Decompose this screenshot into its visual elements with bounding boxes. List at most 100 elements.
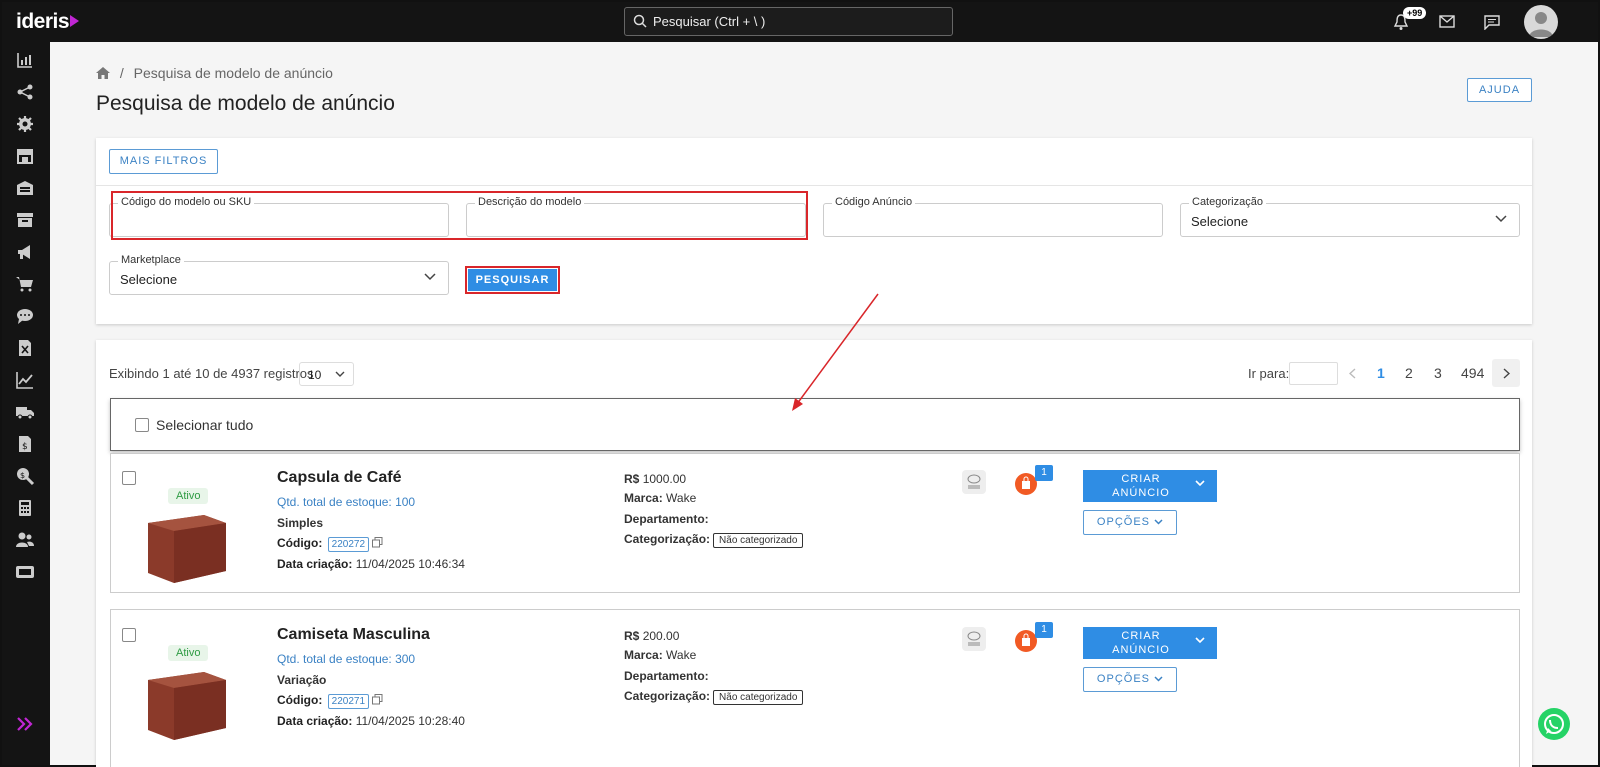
product-price: R$ 1000.00: [624, 472, 686, 486]
options-button[interactable]: OPÇÕES: [1083, 667, 1177, 692]
count-badge: 1: [1035, 465, 1053, 481]
categorization-badge: Não categorizado: [713, 533, 804, 548]
warehouse-icon[interactable]: [15, 178, 35, 198]
product-row: Ativo Capsula de Café Qtd. total de esto…: [110, 453, 1520, 593]
per-page-value: 10: [308, 368, 322, 382]
store-icon[interactable]: [15, 146, 35, 166]
product-title[interactable]: Capsula de Café: [277, 469, 401, 487]
delivery-truck-icon[interactable]: [15, 402, 35, 422]
product-stock[interactable]: Qtd. total de estoque: 100: [277, 495, 415, 509]
code-badge[interactable]: 220272: [327, 537, 370, 552]
price-value: 200.00: [642, 629, 680, 643]
product-image: [148, 515, 226, 583]
code-label: Código:: [277, 536, 323, 550]
goto-page-input[interactable]: [1289, 362, 1338, 385]
mercado-livre-icon[interactable]: [962, 470, 986, 494]
create-ad-button[interactable]: CRIAR ANÚNCIO: [1083, 470, 1217, 502]
status-badge: Ativo: [168, 488, 209, 504]
whatsapp-icon[interactable]: [1538, 708, 1570, 740]
copy-icon[interactable]: [372, 537, 383, 548]
product-checkbox[interactable]: [122, 628, 136, 642]
create-ad-button[interactable]: CRIAR ANÚNCIO: [1083, 627, 1217, 659]
archive-icon[interactable]: [15, 210, 35, 230]
marketplace-select[interactable]: Marketplace Selecione: [109, 254, 449, 295]
page-link-1[interactable]: 1: [1377, 365, 1385, 381]
code-badge[interactable]: 220271: [327, 694, 370, 709]
more-filters-button[interactable]: MAIS FILTROS: [109, 149, 218, 174]
date-value: 11/04/2025 10:28:40: [355, 714, 465, 728]
copy-icon[interactable]: [372, 694, 383, 705]
product-categorization: Categorização: Não categorizado: [624, 689, 804, 705]
highlight-box-fields: [111, 191, 808, 240]
chevron-down-icon: [335, 371, 345, 377]
invoice-icon[interactable]: $: [15, 434, 35, 454]
product-type: Simples: [277, 516, 324, 530]
chat-icon[interactable]: [1484, 15, 1500, 30]
next-page-button[interactable]: [1492, 359, 1520, 387]
gear-icon[interactable]: [15, 114, 35, 134]
price-label: R$: [624, 472, 640, 486]
cart-icon[interactable]: [15, 274, 35, 294]
mercado-livre-icon[interactable]: [962, 627, 986, 651]
categorization-select[interactable]: Categorização Selecione: [1180, 196, 1520, 237]
brand-label: Marca:: [624, 491, 663, 505]
page-link-2[interactable]: 2: [1405, 365, 1413, 381]
users-icon[interactable]: [15, 530, 35, 550]
trend-chart-icon[interactable]: [15, 370, 35, 390]
options-label: OPÇÕES: [1096, 516, 1150, 528]
chevron-left-icon[interactable]: [1349, 368, 1356, 379]
product-image: [148, 672, 226, 740]
page-link-last[interactable]: 494: [1461, 365, 1484, 381]
expand-sidebar-icon[interactable]: [15, 714, 35, 734]
product-stock[interactable]: Qtd. total de estoque: 300: [277, 652, 415, 666]
ad-code-label: Código Anúncio: [832, 196, 916, 208]
select-all-label: Selecionar tudo: [156, 417, 254, 433]
product-title[interactable]: Camiseta Masculina: [277, 626, 430, 644]
dashboard-chart-icon[interactable]: [15, 50, 35, 70]
excel-file-icon[interactable]: [15, 338, 35, 358]
megaphone-icon[interactable]: [15, 242, 35, 262]
product-row: Ativo Camiseta Masculina Qtd. total de e…: [110, 609, 1520, 767]
share-icon[interactable]: [15, 82, 35, 102]
search-icon: [633, 14, 647, 28]
page-link-3[interactable]: 3: [1434, 365, 1442, 381]
logo[interactable]: ideris: [16, 10, 80, 34]
shopping-bag-icon[interactable]: [1015, 473, 1037, 495]
marketplace-label: Marketplace: [118, 254, 184, 266]
ad-code-field[interactable]: Código Anúncio: [823, 196, 1163, 237]
per-page-select[interactable]: 10: [299, 362, 354, 386]
product-checkbox[interactable]: [122, 471, 136, 485]
messages-icon[interactable]: [15, 306, 35, 326]
page-title: Pesquisa de modelo de anúncio: [96, 92, 395, 115]
brand-value: Wake: [666, 491, 697, 505]
shopping-bag-icon[interactable]: [1015, 630, 1037, 652]
annotation-arrow: [792, 293, 879, 411]
ticket-icon[interactable]: [15, 562, 35, 582]
status-badge: Ativo: [168, 645, 209, 661]
date-label: Data criação:: [277, 714, 353, 728]
select-all-checkbox[interactable]: [135, 418, 149, 432]
marketplace-value: Selecione: [120, 272, 178, 287]
product-code: Código: 220272: [277, 536, 383, 552]
brand-label: Marca:: [624, 648, 663, 662]
calculator-icon[interactable]: [15, 498, 35, 518]
product-categorization: Categorização: Não categorizado: [624, 532, 804, 548]
brand-value: Wake: [666, 648, 697, 662]
product-date: Data criação: 11/04/2025 10:46:34: [277, 557, 465, 571]
price-search-icon[interactable]: $: [15, 466, 35, 486]
date-value: 11/04/2025 10:46:34: [355, 557, 465, 571]
options-button[interactable]: OPÇÕES: [1083, 510, 1177, 535]
chevron-down-icon: [1195, 480, 1205, 487]
categorization-label: Categorização:: [624, 689, 711, 703]
avatar[interactable]: [1524, 5, 1558, 39]
highlight-box-search: [465, 266, 560, 294]
notification-badge: +99: [1403, 7, 1427, 19]
mail-icon[interactable]: [1439, 15, 1455, 28]
department-label: Departamento:: [624, 512, 709, 526]
home-icon[interactable]: [96, 67, 110, 79]
product-brand: Marca: Wake: [624, 491, 696, 505]
search-placeholder: Pesquisar (Ctrl + \ ): [653, 14, 766, 29]
global-search-input[interactable]: Pesquisar (Ctrl + \ ): [624, 7, 953, 36]
help-button[interactable]: AJUDA: [1467, 78, 1532, 102]
chevron-right-icon: [1503, 368, 1510, 379]
